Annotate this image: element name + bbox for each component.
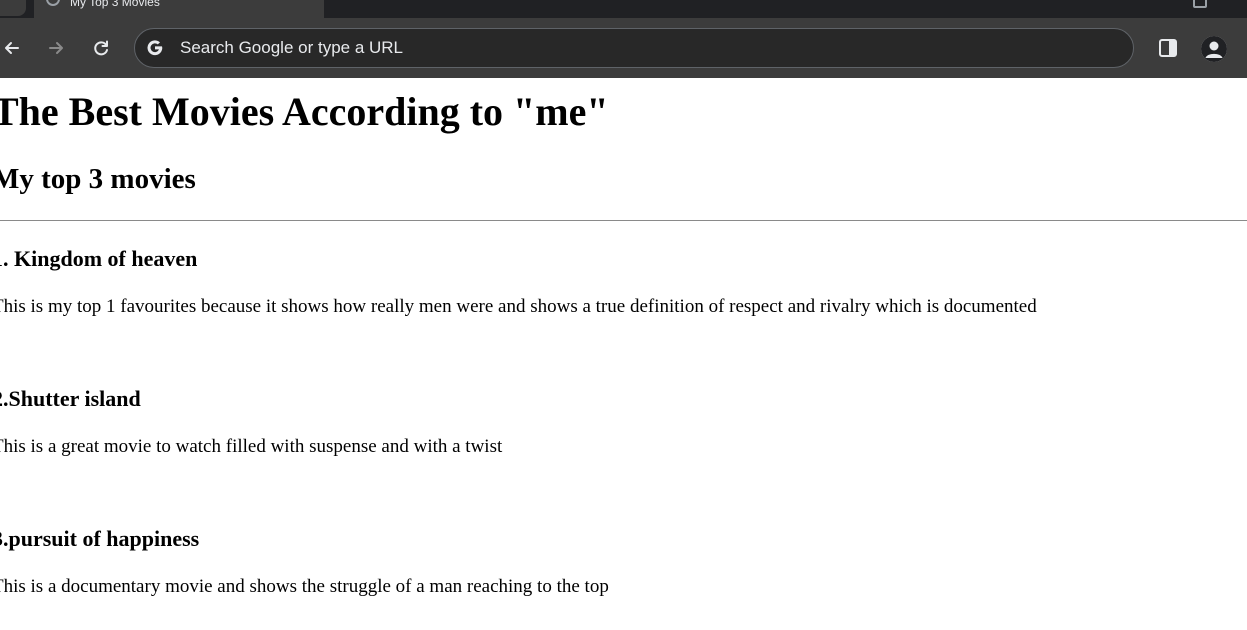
movie-title-1: 1. Kingdom of heaven <box>0 246 198 271</box>
active-tab[interactable]: My Top 3 Movies <box>34 0 324 18</box>
side-panel-icon <box>1159 39 1177 57</box>
movie-description-2: This is a great movie to watch filled wi… <box>0 436 503 457</box>
back-button[interactable] <box>0 34 26 62</box>
google-g-icon <box>147 40 163 56</box>
tab-favicon-icon <box>46 0 60 6</box>
page-title: The Best Movies According to "me" <box>0 89 609 134</box>
movie-description-1: This is my top 1 favourites because it s… <box>0 296 1037 317</box>
tab-search-icon[interactable] <box>1193 0 1207 8</box>
side-panel-button[interactable] <box>1156 36 1180 60</box>
forward-button[interactable] <box>42 34 70 62</box>
movie-description-3: This is a documentary movie and shows th… <box>0 576 609 597</box>
divider <box>0 220 1247 221</box>
tab-strip: My Top 3 Movies <box>0 0 1247 18</box>
arrow-left-icon <box>5 42 19 54</box>
movie-title-3: 3.pursuit of happiness <box>0 526 200 551</box>
reload-icon <box>94 40 108 56</box>
page-subtitle: My top 3 movies <box>0 163 196 195</box>
movie-title-2: 2.Shutter island <box>0 386 141 411</box>
arrow-right-icon <box>49 42 63 54</box>
tab-title: My Top 3 Movies <box>70 0 160 9</box>
browser-toolbar <box>0 18 1247 78</box>
address-bar[interactable] <box>134 28 1134 68</box>
tab-strip-stub <box>0 0 26 16</box>
search-input[interactable] <box>180 37 1080 59</box>
reload-button[interactable] <box>87 34 115 62</box>
profile-button[interactable] <box>1201 36 1227 62</box>
profile-avatar-icon <box>1201 36 1227 62</box>
